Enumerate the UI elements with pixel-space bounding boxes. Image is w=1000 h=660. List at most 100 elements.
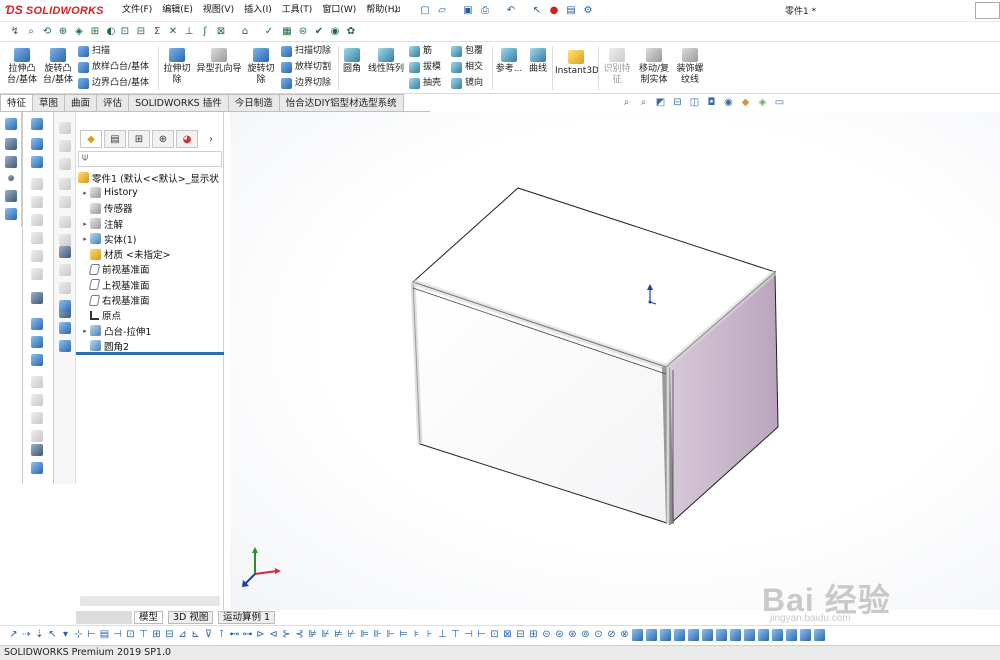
reference-geometry-button[interactable]: 参考... — [495, 48, 523, 75]
tab-yiheda[interactable]: 怡合达DIY铝型材选型系统 — [278, 94, 404, 112]
file-properties-icon[interactable]: ▤ — [564, 3, 578, 18]
bottom-tool-icon[interactable]: ⊦ — [424, 629, 435, 641]
instant3d-button[interactable]: Instant3D — [555, 50, 599, 77]
bottom-tool-icon[interactable]: ⊞ — [151, 629, 162, 641]
boundary-cut-button[interactable]: 边界切除 — [281, 77, 331, 89]
standard-view-cube-icon[interactable] — [800, 629, 811, 641]
menu-window[interactable]: 窗口(W) — [317, 4, 361, 17]
relations-icon[interactable]: ⊥ — [182, 24, 196, 39]
shortcut-l-icon[interactable] — [59, 300, 71, 312]
display-manager-tab-icon[interactable]: ◕ — [176, 130, 198, 148]
bottom-tool-icon[interactable]: ⊢ — [86, 629, 97, 641]
zoom-to-fit-icon[interactable]: ⌕ — [620, 96, 633, 109]
bottom-tool-icon[interactable]: ⊭ — [333, 629, 344, 641]
tree-item[interactable]: ▸ 凸台-拉伸1 — [76, 323, 224, 338]
zoom-area-icon[interactable]: ⌕ — [637, 96, 650, 109]
bottom-tool-icon[interactable]: ⊥ — [437, 629, 448, 641]
expand-arrow-icon[interactable]: ▸ — [80, 327, 90, 335]
grid-icon[interactable]: ▦ — [280, 24, 294, 39]
bottom-tool-icon[interactable]: ⊬ — [346, 629, 357, 641]
sketch-icon[interactable]: ⊠ — [214, 24, 228, 39]
tab-evaluate[interactable]: 评估 — [96, 94, 130, 112]
bottom-tool-icon[interactable]: ⊿ — [177, 629, 188, 641]
bottom-tool-icon[interactable]: ⊯ — [307, 629, 318, 641]
tab-model[interactable]: 模型 — [134, 611, 164, 624]
bottom-tool-icon[interactable]: ↗ — [8, 629, 19, 641]
bottom-tool-icon[interactable]: ⊽ — [203, 629, 214, 641]
bottom-tool-icon[interactable]: ⊧ — [411, 629, 422, 641]
standard-view-cube-icon[interactable] — [716, 629, 727, 641]
feature-filter-input[interactable]: ⍦ — [78, 151, 222, 167]
rib-button[interactable]: 筋 — [409, 45, 432, 57]
linear-pattern-button[interactable]: 线性阵列 — [366, 48, 406, 75]
bottom-tool-icon[interactable]: ⊙ — [593, 629, 604, 641]
tab-3d-views[interactable]: 3D 视图 — [168, 611, 214, 624]
extrude-shortcut-icon[interactable] — [31, 118, 43, 130]
draft-button[interactable]: 拔模 — [409, 61, 441, 73]
indent-shortcut-icon[interactable] — [31, 412, 43, 424]
bottom-tool-icon[interactable]: ⊡ — [125, 629, 136, 641]
standard-view-cube-icon[interactable] — [730, 629, 741, 641]
tab-sketch[interactable]: 草图 — [32, 94, 66, 112]
menu-tools[interactable]: 工具(T) — [277, 4, 318, 17]
tree-item[interactable]: 上视基准面 — [76, 277, 224, 292]
print-icon[interactable]: ⎙ — [478, 3, 492, 18]
standard-view-cube-icon[interactable] — [772, 629, 783, 641]
bottom-tool-icon[interactable]: ⊟ — [515, 629, 526, 641]
crossing-icon[interactable]: ✕ — [166, 24, 180, 39]
fix-icon[interactable]: ✓ — [262, 24, 276, 39]
curve-icon[interactable]: ʃ — [198, 24, 212, 39]
standard-view-cube-icon[interactable] — [702, 629, 713, 641]
bottom-tool-icon[interactable]: ↖ — [47, 629, 58, 641]
new-document-icon[interactable]: ▢ — [418, 3, 432, 18]
search-input[interactable] — [975, 2, 1000, 19]
boundary-shortcut-icon[interactable] — [31, 196, 43, 208]
curves-button[interactable]: 曲线 — [526, 48, 550, 75]
bottom-tool-icon[interactable]: ⊜ — [554, 629, 565, 641]
mate-reference-icon[interactable] — [5, 208, 17, 220]
tree-item[interactable]: 材质 <未指定> — [76, 246, 224, 261]
bottom-tool-icon[interactable]: ⊰ — [294, 629, 305, 641]
shortcut-f-icon[interactable] — [59, 216, 71, 228]
tree-item[interactable]: ▸ 注解 — [76, 216, 224, 231]
standard-view-cube-icon[interactable] — [688, 629, 699, 641]
move-copy-bodies-button[interactable]: 移动/复 制实体 — [637, 48, 671, 86]
bottom-tool-icon[interactable]: ⊶ — [242, 629, 253, 641]
section-view-icon[interactable]: ⊟ — [671, 96, 684, 109]
standard-view-cube-icon[interactable] — [786, 629, 797, 641]
bottom-tool-icon[interactable]: ⊩ — [385, 629, 396, 641]
revolve-cut-button[interactable]: 旋转切 除 — [246, 48, 276, 86]
select-icon[interactable]: ↖ — [530, 3, 544, 18]
check-icon[interactable]: ✔ — [312, 24, 326, 39]
property-manager-tab-icon[interactable]: ▤ — [104, 130, 126, 148]
graphics-area[interactable] — [230, 112, 1000, 610]
menu-view[interactable]: 视图(V) — [198, 4, 239, 17]
bottom-tool-icon[interactable]: ▤ — [99, 629, 110, 641]
boundary-boss-button[interactable]: 边界凸台/基体 — [78, 77, 149, 89]
bottom-tool-icon[interactable]: ⊺ — [216, 629, 227, 641]
swept-cut-button[interactable]: 扫描切除 — [281, 45, 331, 57]
tab-addins[interactable]: SOLIDWORKS 插件 — [128, 94, 229, 112]
tab-make-today[interactable]: 今日制造 — [227, 94, 280, 112]
bottom-tool-icon[interactable]: ⊟ — [164, 629, 175, 641]
bottom-tool-icon[interactable]: ⊣ — [112, 629, 123, 641]
expand-arrow-icon[interactable]: ▸ — [80, 235, 90, 243]
smart-dimension-icon[interactable]: ↯ — [8, 24, 22, 39]
appearance-icon[interactable]: ◆ — [739, 96, 752, 109]
intersect-button[interactable]: 相交 — [451, 61, 483, 73]
hide-show-icon[interactable]: ◉ — [722, 96, 735, 109]
open-icon[interactable]: ▱ — [435, 3, 449, 18]
tree-item[interactable]: 右视基准面 — [76, 292, 224, 307]
shortcut-b-icon[interactable] — [59, 140, 71, 152]
options-gear-icon[interactable]: ⚙ — [581, 3, 595, 18]
coordinate-system-icon[interactable] — [5, 190, 17, 202]
mirror-button[interactable]: 镜向 — [451, 77, 483, 89]
bottom-tool-icon[interactable]: ⊪ — [372, 629, 383, 641]
bottom-tool-icon[interactable]: ⊫ — [359, 629, 370, 641]
recognize-features-button[interactable]: 识别特 征 — [602, 48, 632, 86]
bottom-tool-icon[interactable]: ▾ — [60, 629, 71, 641]
fillet-button[interactable]: 圆角 — [341, 48, 363, 75]
solidworks-logo[interactable]: ƊS SOLIDWORKS — [5, 3, 104, 19]
loft-boss-button[interactable]: 放样凸台/基体 — [78, 61, 149, 73]
undo-icon[interactable]: ↶ — [504, 3, 518, 18]
